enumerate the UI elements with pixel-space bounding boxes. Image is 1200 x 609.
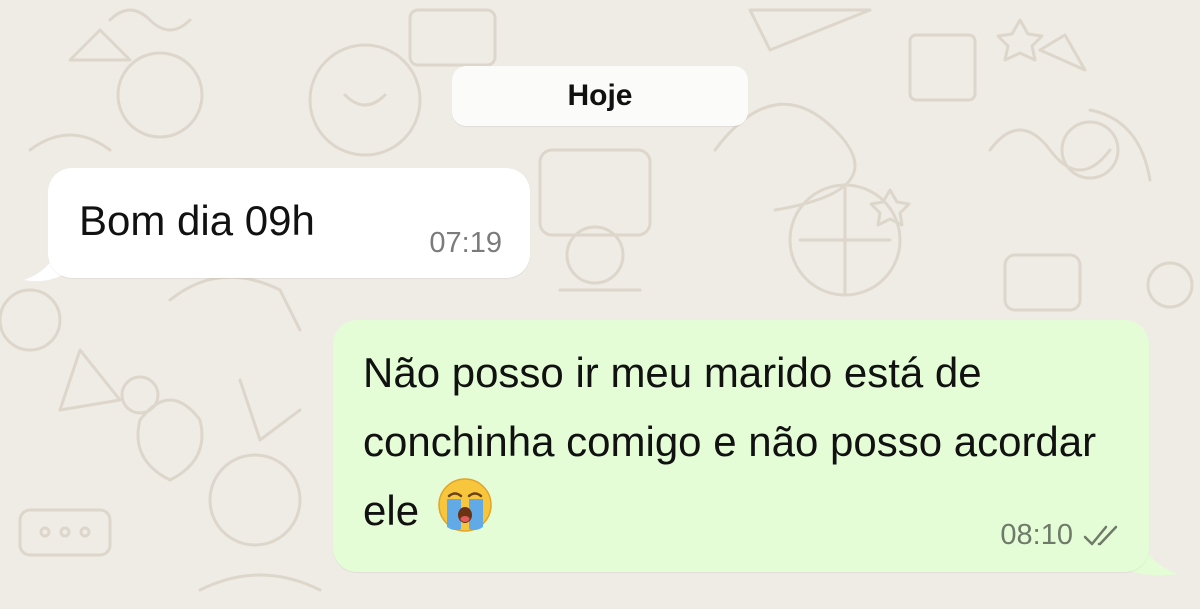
date-separator-label: Hoje bbox=[567, 79, 633, 112]
incoming-message-text: Bom dia 09h bbox=[79, 197, 315, 244]
outgoing-message-meta: 08:10 bbox=[1000, 519, 1125, 552]
outgoing-message-text-container: Não posso ir meu marido está de conchinh… bbox=[363, 338, 1123, 545]
incoming-message-time: 07:19 bbox=[429, 227, 502, 259]
date-separator: Hoje bbox=[452, 66, 748, 126]
incoming-message-bubble[interactable]: Bom dia 09h 07:19 bbox=[48, 168, 530, 278]
read-check-icon bbox=[1083, 525, 1118, 545]
loudly-crying-face-icon bbox=[437, 478, 492, 532]
outgoing-message-bubble[interactable]: Não posso ir meu marido está de conchinh… bbox=[333, 320, 1149, 572]
outgoing-message-time: 08:10 bbox=[1000, 519, 1073, 551]
